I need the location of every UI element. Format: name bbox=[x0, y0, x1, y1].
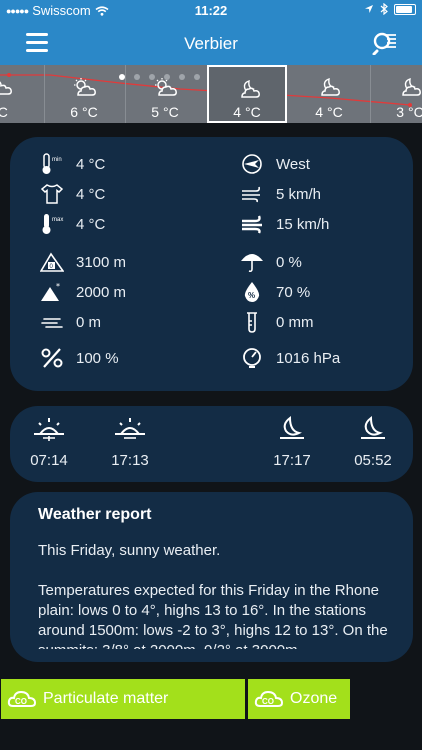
status-bar: ●●●●● Swisscom 11:22 bbox=[0, 0, 422, 22]
svg-text:*: * bbox=[56, 282, 60, 291]
fog-row: 0 m bbox=[40, 311, 101, 333]
thermometer-min-icon: min bbox=[42, 153, 62, 174]
partly-cloudy-icon bbox=[74, 78, 96, 96]
fog-icon bbox=[41, 318, 63, 328]
svg-text:min: min bbox=[52, 157, 62, 163]
percent-icon bbox=[41, 348, 63, 368]
forecast-cell-selected[interactable]: 4 °C bbox=[207, 65, 287, 123]
moonrise: 17:17 bbox=[267, 415, 317, 469]
status-time: 11:22 bbox=[194, 3, 228, 18]
gust-icon bbox=[242, 215, 262, 234]
partly-cloudy-night-icon bbox=[321, 77, 340, 96]
wind-direction-row: West bbox=[240, 153, 310, 175]
forecast-cell[interactable]: °C bbox=[0, 65, 40, 123]
nav-bar: Verbier bbox=[0, 22, 422, 65]
wind-speed-row: 5 km/h bbox=[240, 183, 321, 205]
wind-icon bbox=[242, 186, 260, 203]
o3-cloud-icon: CO bbox=[254, 686, 284, 712]
sunrise: 07:14 bbox=[24, 416, 74, 469]
forecast-cell[interactable]: 3 °C bbox=[370, 65, 422, 123]
bluetooth-icon bbox=[380, 3, 388, 15]
min-temperature-row: min 4 °C bbox=[40, 153, 105, 175]
barometer-icon bbox=[243, 348, 261, 368]
search-list-icon[interactable] bbox=[372, 31, 398, 55]
humidity-icon: % bbox=[244, 282, 260, 302]
co2-cloud-icon: CO bbox=[7, 686, 37, 712]
partly-cloudy-night-icon bbox=[241, 79, 260, 98]
umbrella-icon bbox=[241, 254, 263, 273]
report-text[interactable]: This Friday, sunny weather. Temperatures… bbox=[38, 541, 391, 649]
snow-line-row: * 2000 m bbox=[40, 281, 126, 303]
sun-moon-panel: 07:14 17:13 17:17 05:52 bbox=[10, 406, 413, 482]
moonset: 05:52 bbox=[348, 415, 398, 469]
status-right bbox=[364, 3, 416, 15]
particulate-matter-button[interactable]: CO Particulate matter bbox=[1, 679, 245, 719]
report-paragraph: Temperatures expected for this Friday in… bbox=[38, 582, 388, 649]
svg-text:max: max bbox=[52, 217, 63, 223]
feels-like-row: 4 °C bbox=[40, 183, 105, 205]
freezing-level-icon: 0 bbox=[40, 252, 64, 272]
thermometer-max-icon: max bbox=[42, 214, 63, 234]
forecast-cell[interactable]: 6 °C bbox=[44, 65, 124, 123]
moonset-icon bbox=[361, 415, 385, 439]
freezing-level-row: 0 3100 m bbox=[40, 251, 126, 273]
partly-cloudy-icon bbox=[155, 78, 177, 96]
weather-report-panel[interactable]: Weather report This Friday, sunny weathe… bbox=[10, 492, 413, 662]
moonrise-icon bbox=[280, 415, 304, 439]
sunset: 17:13 bbox=[105, 416, 155, 469]
bottom-area bbox=[0, 721, 422, 750]
svg-text:CO: CO bbox=[15, 697, 27, 706]
page-indicator bbox=[119, 74, 200, 80]
particulate-label: Particulate matter bbox=[43, 690, 169, 707]
hourly-forecast-strip[interactable]: °C 6 °C 5 °C 4 °C 4 °C 3 °C bbox=[0, 65, 422, 123]
humidity-row: % 70 % bbox=[240, 281, 310, 303]
forecast-cell[interactable]: 4 °C bbox=[289, 65, 369, 123]
wind-direction-icon bbox=[242, 154, 262, 174]
sunset-icon bbox=[115, 418, 145, 439]
precipitation-row: 0 mm bbox=[240, 311, 314, 333]
page-title: Verbier bbox=[184, 34, 238, 53]
svg-text:%: % bbox=[248, 291, 255, 300]
battery-icon bbox=[394, 3, 416, 15]
ozone-label: Ozone bbox=[290, 690, 338, 707]
location-arrow-icon bbox=[365, 5, 373, 13]
tshirt-icon bbox=[40, 184, 64, 204]
ozone-button[interactable]: CO Ozone bbox=[248, 679, 350, 719]
max-temperature-row: max 4 °C bbox=[40, 213, 105, 235]
wind-gust-row: 15 km/h bbox=[240, 213, 329, 235]
rain-gauge-icon bbox=[247, 312, 257, 333]
weather-details-panel: min 4 °C 4 °C max 4 °C 0 3100 m * 2000 m… bbox=[10, 137, 413, 391]
snow-line-icon: * bbox=[41, 282, 60, 301]
partly-cloudy-icon bbox=[0, 81, 12, 95]
cloud-cover-row: 100 % bbox=[40, 347, 119, 369]
svg-text:CO: CO bbox=[262, 697, 274, 706]
report-paragraph: This Friday, sunny weather. bbox=[38, 542, 221, 559]
partly-cloudy-night-icon bbox=[402, 77, 421, 96]
sunrise-icon bbox=[34, 418, 64, 441]
pressure-row: 1016 hPa bbox=[240, 347, 340, 369]
report-title: Weather report bbox=[38, 506, 152, 523]
precip-probability-row: 0 % bbox=[240, 251, 302, 273]
